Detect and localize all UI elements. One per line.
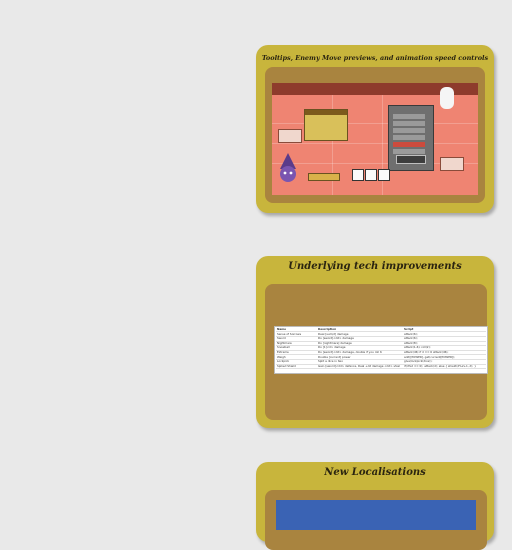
tooltip-panel [304, 109, 348, 141]
book-prop [440, 157, 464, 171]
dice-icon[interactable] [352, 169, 364, 181]
table-row: Spiked Shield Gain [sword]<dd> defence, … [276, 363, 486, 370]
game-screenshot [272, 83, 478, 195]
tooltips-card: Tooltips, Enemy Move previews, and anima… [256, 45, 494, 213]
card-title: Underlying tech improvements [288, 261, 462, 272]
tooltip-header [305, 110, 347, 115]
enemy-move-row [393, 135, 425, 140]
floor-line [272, 123, 478, 124]
localisations-card: New Localisations [256, 462, 494, 550]
wizard-character-icon [280, 153, 296, 182]
reroll-button[interactable] [308, 173, 340, 181]
localisation-screenshot [276, 500, 476, 530]
card-title: New Localisations [324, 467, 426, 478]
spreadsheet: Name Description Script Sense of Sorrows… [274, 326, 488, 374]
table-cell: Gain [sword]<dd> defence, Deal +dd damag… [318, 363, 400, 368]
end-turn-button[interactable] [396, 155, 426, 164]
enemy-move-row [393, 142, 425, 147]
dice-icon[interactable] [378, 169, 390, 181]
enemy-move-row [393, 128, 425, 133]
table-cell: Spiked Shield [277, 363, 296, 368]
dice-icon[interactable] [365, 169, 377, 181]
floor-line [272, 143, 478, 144]
enemy-move-row [393, 121, 425, 126]
enemy-bunny-icon [440, 87, 454, 109]
enemy-move-row [393, 114, 425, 119]
book-prop [278, 129, 302, 143]
enemy-move-row [393, 149, 425, 154]
card-title: Tooltips, Enemy Move previews, and anima… [261, 54, 489, 62]
table-cell: if(d%2 == 0); attack(d); else { shield(d… [404, 363, 476, 368]
tech-improvements-card: Underlying tech improvements Name Descri… [256, 256, 494, 428]
